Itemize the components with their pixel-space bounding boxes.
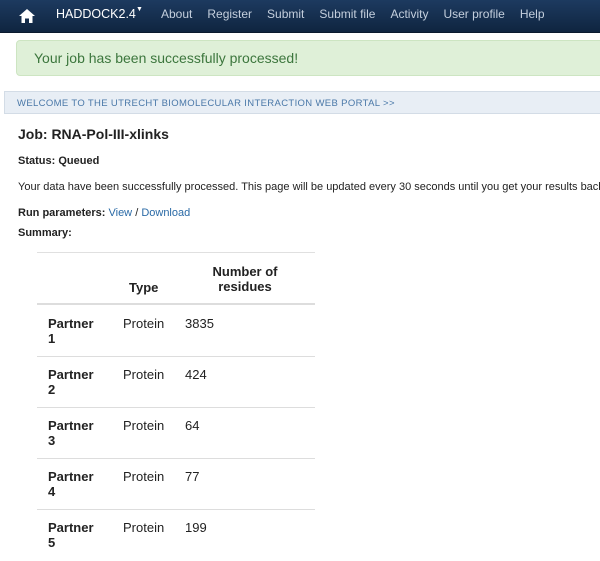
partner-index: 2 [48, 382, 56, 397]
partner-cell: Partner 3 [48, 418, 108, 448]
top-navbar: HADDOCK2.4 ▼ About Register Submit Submi… [0, 0, 600, 33]
job-title: Job: RNA-Pol-III-xlinks [18, 126, 169, 142]
table-header: Type Number of residues [37, 253, 315, 305]
welcome-banner[interactable]: WELCOME TO THE UTRECHT BIOMOLECULAR INTE… [4, 91, 600, 114]
residues-cell: 199 [185, 520, 207, 535]
type-cell: Protein [123, 469, 165, 484]
home-icon[interactable] [18, 8, 36, 24]
caret-down-icon[interactable]: ▼ [136, 6, 143, 13]
header-number-line2: residues [218, 279, 272, 294]
alert-message: Your job has been successfully processed… [34, 50, 299, 66]
type-cell: Protein [123, 520, 165, 535]
processed-message: Your data have been successfully process… [18, 181, 600, 193]
welcome-text[interactable]: WELCOME TO THE UTRECHT BIOMOLECULAR INTE… [17, 98, 395, 109]
header-number-line1: Number of [212, 264, 278, 279]
nav-menu: About Register Submit Submit file Activi… [161, 7, 560, 21]
table-row: Partner 2 Protein 424 [37, 357, 315, 408]
summary-label: Summary: [18, 227, 72, 239]
partner-index: 5 [48, 535, 56, 550]
partner-label: Partner [48, 469, 94, 484]
link-separator: / [132, 207, 142, 219]
table-row: Partner 5 Protein 199 [37, 510, 315, 561]
residues-cell: 64 [185, 418, 200, 433]
partner-cell: Partner 5 [48, 520, 108, 550]
type-cell: Protein [123, 316, 165, 331]
partner-index: 3 [48, 433, 56, 448]
type-cell: Protein [123, 418, 165, 433]
view-link[interactable]: View [108, 207, 132, 219]
nav-about[interactable]: About [161, 7, 192, 21]
nav-submit-file[interactable]: Submit file [319, 7, 375, 21]
run-parameters-label: Run parameters: [18, 207, 106, 219]
partner-label: Partner [48, 418, 94, 433]
table-row: Partner 1 Protein 3835 [37, 306, 315, 357]
brand-link[interactable]: HADDOCK2.4 [56, 7, 136, 21]
partner-cell: Partner 1 [48, 316, 108, 346]
table-row: Partner 3 Protein 64 [37, 408, 315, 459]
download-link[interactable]: Download [141, 207, 190, 219]
run-parameters: Run parameters: View / Download [18, 207, 190, 219]
table-row: Partner 4 Protein 77 [37, 459, 315, 510]
nav-submit[interactable]: Submit [267, 7, 304, 21]
type-cell: Protein [123, 367, 165, 382]
nav-activity[interactable]: Activity [390, 7, 428, 21]
nav-user-profile[interactable]: User profile [443, 7, 504, 21]
partner-label: Partner [48, 367, 94, 382]
partner-cell: Partner 4 [48, 469, 108, 499]
residues-cell: 3835 [185, 316, 214, 331]
residues-cell: 424 [185, 367, 207, 382]
header-number-of-residues: Number of residues [205, 264, 285, 294]
partner-label: Partner [48, 520, 94, 535]
partner-cell: Partner 2 [48, 367, 108, 397]
nav-register[interactable]: Register [207, 7, 252, 21]
partner-index: 4 [48, 484, 56, 499]
residues-cell: 77 [185, 469, 200, 484]
success-alert: Your job has been successfully processed… [16, 40, 600, 76]
nav-help[interactable]: Help [520, 7, 545, 21]
partner-index: 1 [48, 331, 56, 346]
job-status: Status: Queued [18, 155, 100, 167]
header-type: Type [129, 280, 159, 295]
partner-label: Partner [48, 316, 94, 331]
